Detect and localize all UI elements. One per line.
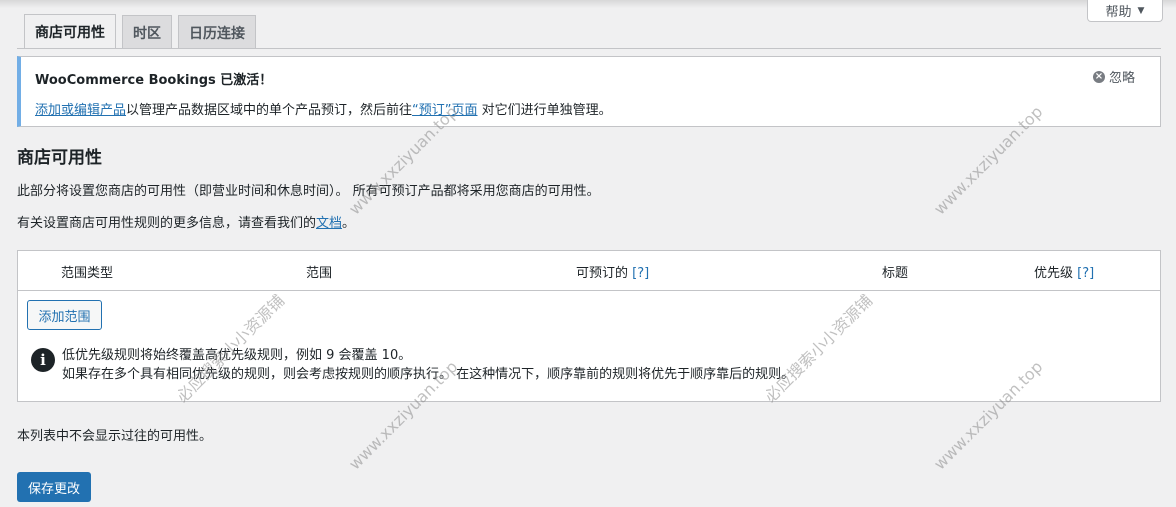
- notice-text-part2: 对它们进行单独管理。: [477, 103, 612, 118]
- tab-store-availability[interactable]: 商店可用性: [24, 14, 116, 49]
- priority-info-line1: 低优先级规则将始终覆盖高优先级规则，例如 9 会覆盖 10。: [62, 348, 412, 363]
- bookings-page-link[interactable]: “预订”页面: [412, 103, 477, 118]
- column-range: 范围: [306, 266, 333, 281]
- availability-table: 范围类型 范围 可预订的 [?] 标题 优先级 [?] 添加范围 i 低优先级规…: [17, 250, 1161, 402]
- tab-calendar-connection[interactable]: 日历连接: [178, 15, 256, 49]
- column-priority-label: 优先级: [1034, 266, 1074, 281]
- column-bookable-label: 可预订的: [576, 266, 629, 281]
- save-changes-button[interactable]: 保存更改: [17, 472, 91, 502]
- docs-note-end: 。: [342, 216, 356, 231]
- priority-help-icon[interactable]: [?]: [1077, 266, 1094, 281]
- page-title: 商店可用性: [17, 148, 102, 168]
- column-title: 标题: [882, 266, 909, 281]
- close-circle-icon: ×: [1093, 70, 1105, 83]
- priority-info-line2: 如果存在多个具有相同优先级的规则，则会考虑按规则的顺序执行。 在这种情况下，顺序…: [62, 367, 795, 382]
- help-tab[interactable]: 帮助 ▼: [1087, 0, 1163, 22]
- add-edit-products-link[interactable]: 添加或编辑产品: [35, 103, 126, 118]
- table-header: 范围类型 范围 可预订的 [?] 标题 优先级 [?]: [18, 251, 1160, 291]
- dismiss-button[interactable]: × 忽略: [1093, 67, 1135, 86]
- column-bookable: 可预订的 [?]: [576, 262, 649, 281]
- docs-link[interactable]: 文档: [316, 216, 342, 231]
- caret-down-icon: ▼: [1137, 5, 1145, 16]
- info-icon: i: [31, 348, 55, 372]
- past-availability-note: 本列表中不会显示过往的可用性。: [17, 429, 213, 444]
- notice-text: 添加或编辑产品以管理产品数据区域中的单个产品预订，然后前往“预订”页面 对它们进…: [35, 99, 612, 118]
- settings-tabs: 商店可用性 时区 日历连接: [24, 14, 256, 49]
- top-strip: [0, 0, 1176, 8]
- add-range-button[interactable]: 添加范围: [27, 300, 102, 330]
- activation-notice: WooCommerce Bookings 已激活！ × 忽略 添加或编辑产品以管…: [17, 56, 1161, 127]
- bookable-help-icon[interactable]: [?]: [632, 266, 649, 281]
- tabs-divider: [17, 48, 1161, 49]
- dismiss-label: 忽略: [1109, 71, 1136, 86]
- docs-note: 有关设置商店可用性规则的更多信息，请查看我们的文档。: [17, 212, 355, 231]
- column-priority: 优先级 [?]: [1034, 262, 1094, 281]
- notice-title: WooCommerce Bookings 已激活！: [35, 73, 273, 88]
- docs-note-text: 有关设置商店可用性规则的更多信息，请查看我们的: [17, 216, 317, 231]
- section-description: 此部分将设置您商店的可用性（即营业时间和休息时间）。 所有可预订产品都将采用您商…: [17, 184, 600, 199]
- notice-text-part1: 以管理产品数据区域中的单个产品预订，然后前往: [126, 103, 413, 118]
- tab-timezone[interactable]: 时区: [122, 15, 172, 49]
- help-tab-label: 帮助: [1105, 5, 1132, 20]
- column-range-type: 范围类型: [61, 266, 114, 281]
